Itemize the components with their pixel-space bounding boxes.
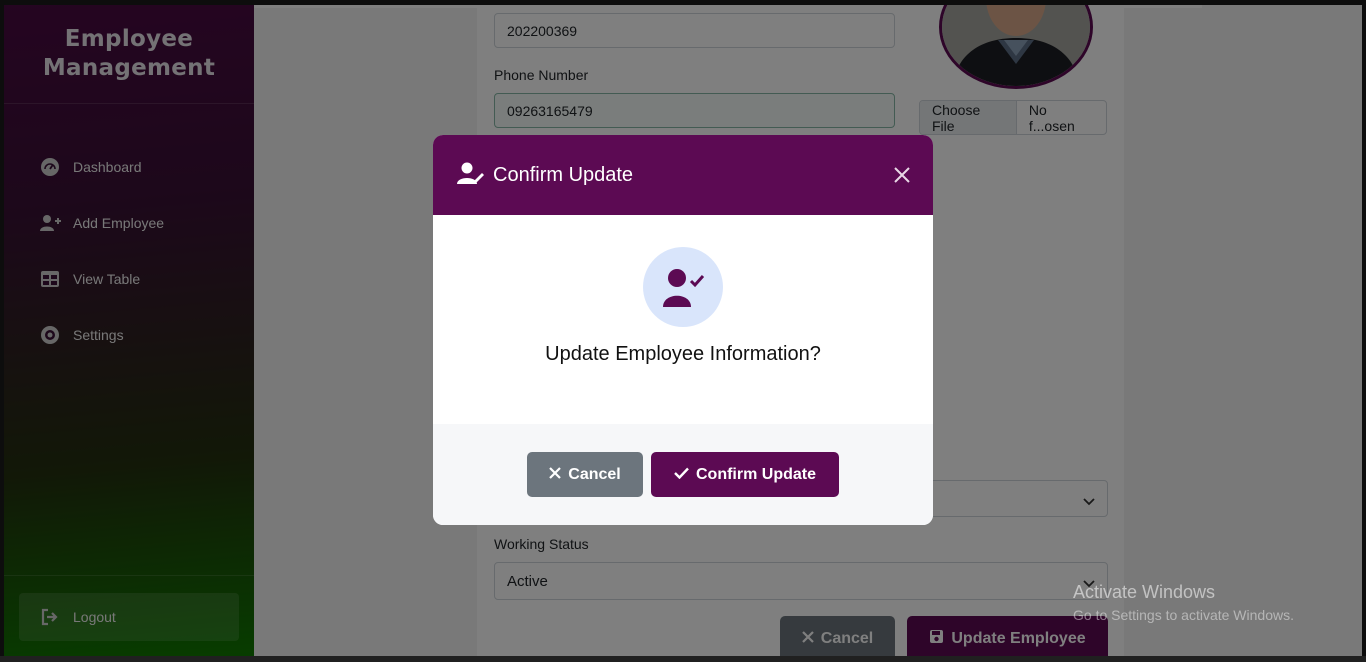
user-check-icon xyxy=(643,247,723,327)
close-icon[interactable] xyxy=(893,166,911,184)
modal-question: Update Employee Information? xyxy=(545,343,821,365)
taskbar xyxy=(0,656,1366,662)
modal-cancel-button[interactable]: Cancel xyxy=(527,452,643,497)
activate-windows-title: Activate Windows xyxy=(1073,582,1216,602)
modal-header: Confirm Update xyxy=(433,135,933,215)
confirm-update-label: Confirm Update xyxy=(696,465,816,483)
close-icon xyxy=(549,466,562,484)
modal-body: Update Employee Information? xyxy=(433,215,933,424)
user-edit-icon xyxy=(457,161,485,190)
confirm-update-button[interactable]: Confirm Update xyxy=(651,452,839,497)
modal-title: Confirm Update xyxy=(493,163,634,186)
activate-windows-subtitle: Go to Settings to activate Windows. xyxy=(1073,607,1294,623)
modal-cancel-label: Cancel xyxy=(568,465,621,483)
modal-footer: Cancel Confirm Update xyxy=(433,424,933,525)
confirm-update-modal: Confirm Update Update Employee Informati… xyxy=(433,135,933,525)
check-icon xyxy=(674,466,689,484)
